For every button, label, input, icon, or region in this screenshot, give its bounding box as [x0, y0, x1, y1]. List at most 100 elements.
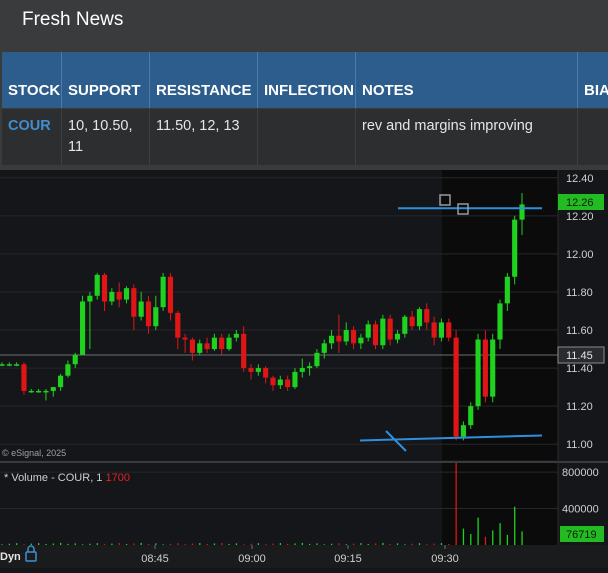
table-header-row: STOCK SUPPORT RESISTANCE INFLECTION NOTE… — [2, 52, 608, 108]
volume-bar — [470, 534, 472, 545]
candle-body — [160, 276, 166, 308]
candle-body — [167, 276, 174, 313]
column-header-resistance[interactable]: RESISTANCE — [150, 52, 258, 108]
volume-bar — [338, 543, 340, 545]
volume-bar — [103, 544, 106, 545]
volume-bar — [191, 543, 194, 545]
news-table: STOCK SUPPORT RESISTANCE INFLECTION NOTE… — [2, 52, 608, 170]
volume-bar — [352, 543, 355, 545]
candle-body — [58, 375, 64, 388]
candle-body — [307, 366, 313, 369]
price-tick-label: 11.20 — [566, 401, 593, 413]
candle-body — [131, 288, 137, 317]
candle-body — [504, 276, 510, 304]
price-chart[interactable]: 12.40 12.20 12.00 11.80 11.60 11.40 11.20 11.00… — [0, 170, 608, 568]
candle-body — [314, 352, 320, 367]
volume-bar — [404, 544, 406, 545]
candle-body — [263, 368, 269, 378]
candle-body — [14, 364, 20, 366]
copyright-text: © eSignal, 2025 — [2, 448, 66, 458]
volume-bar — [23, 544, 25, 545]
cell-stock[interactable]: COUR — [2, 109, 62, 165]
cell-support: 10, 10.50, 11 — [62, 109, 150, 165]
candle-body — [197, 343, 203, 353]
column-header-inflection[interactable]: INFLECTION — [258, 52, 356, 108]
volume-bar — [147, 543, 150, 545]
volume-bar — [96, 543, 98, 545]
volume-bar — [279, 543, 282, 545]
candle-body — [482, 339, 488, 397]
chart-canvas[interactable]: 12.40 12.20 12.00 11.80 11.60 11.40 11.20 11.00… — [0, 170, 608, 568]
candle-body — [65, 364, 71, 376]
column-header-bias[interactable]: BIA — [578, 52, 608, 108]
volume-bar — [125, 543, 128, 545]
candle-body — [21, 364, 27, 391]
volume-bar — [514, 506, 516, 545]
candle-body — [94, 274, 100, 296]
volume-bar — [155, 543, 157, 545]
hover-price-label: 11.45 — [566, 350, 593, 362]
volume-bar — [8, 543, 11, 545]
candle-body — [226, 337, 232, 350]
candle-body — [270, 377, 276, 386]
candle-body — [219, 337, 225, 350]
volume-bar — [360, 543, 362, 545]
candle-body — [460, 425, 466, 437]
volume-bar — [52, 543, 54, 545]
candle-body — [145, 301, 152, 327]
candle-body — [241, 333, 247, 369]
candle-body — [394, 333, 401, 340]
candle-body — [431, 322, 437, 338]
volume-bar — [59, 542, 62, 545]
candle-body — [285, 379, 291, 388]
candle-body — [336, 335, 342, 342]
candle-body — [490, 339, 496, 397]
volume-title: * Volume - COUR, 1 1700 — [4, 472, 130, 484]
candle-body — [0, 364, 5, 366]
volume-bar — [396, 543, 399, 545]
candle-body — [189, 339, 195, 353]
candle-body — [416, 309, 423, 327]
candle-body — [497, 303, 503, 340]
volume-bar — [301, 542, 303, 545]
candle-body — [255, 368, 261, 372]
candle-body — [402, 316, 408, 334]
column-header-support[interactable]: SUPPORT — [62, 52, 150, 108]
candle-body — [512, 219, 518, 277]
volume-bar — [499, 523, 501, 545]
volume-bar — [221, 542, 223, 545]
volume-bar — [67, 543, 69, 545]
candle-body — [182, 337, 188, 340]
column-header-stock[interactable]: STOCK — [2, 52, 62, 108]
candle-body — [329, 335, 335, 344]
cell-bias — [578, 109, 608, 165]
candle-body — [211, 337, 217, 350]
table-row[interactable]: COUR 10, 10.50, 11 11.50, 12, 13 rev and… — [2, 109, 608, 165]
last-price-label: 12.26 — [566, 197, 594, 209]
volume-bar — [243, 544, 245, 545]
candle-body — [72, 354, 78, 365]
candle-body — [175, 312, 181, 338]
cell-inflection — [258, 109, 356, 165]
candle-body — [424, 309, 430, 323]
volume-bar — [323, 544, 325, 545]
cell-notes: rev and margins improving — [356, 109, 578, 165]
volume-bar — [213, 543, 216, 545]
candle-body — [365, 324, 371, 338]
volume-bar — [477, 517, 479, 545]
volume-bar — [492, 530, 494, 545]
time-tick-label: 09:15 — [334, 553, 362, 565]
time-axis — [0, 545, 608, 568]
volume-bar — [294, 543, 296, 545]
volume-bar — [118, 543, 120, 545]
candle-body — [321, 343, 327, 353]
column-header-notes[interactable]: NOTES — [356, 52, 578, 108]
dyn-label[interactable]: Dyn — [0, 551, 21, 563]
volume-bar — [287, 543, 289, 545]
candle-body — [519, 204, 525, 220]
price-tick-label: 12.00 — [566, 249, 594, 261]
candle-body — [109, 291, 115, 302]
candle-body — [358, 337, 364, 344]
volume-bar — [440, 543, 443, 545]
candle-body — [343, 330, 349, 342]
